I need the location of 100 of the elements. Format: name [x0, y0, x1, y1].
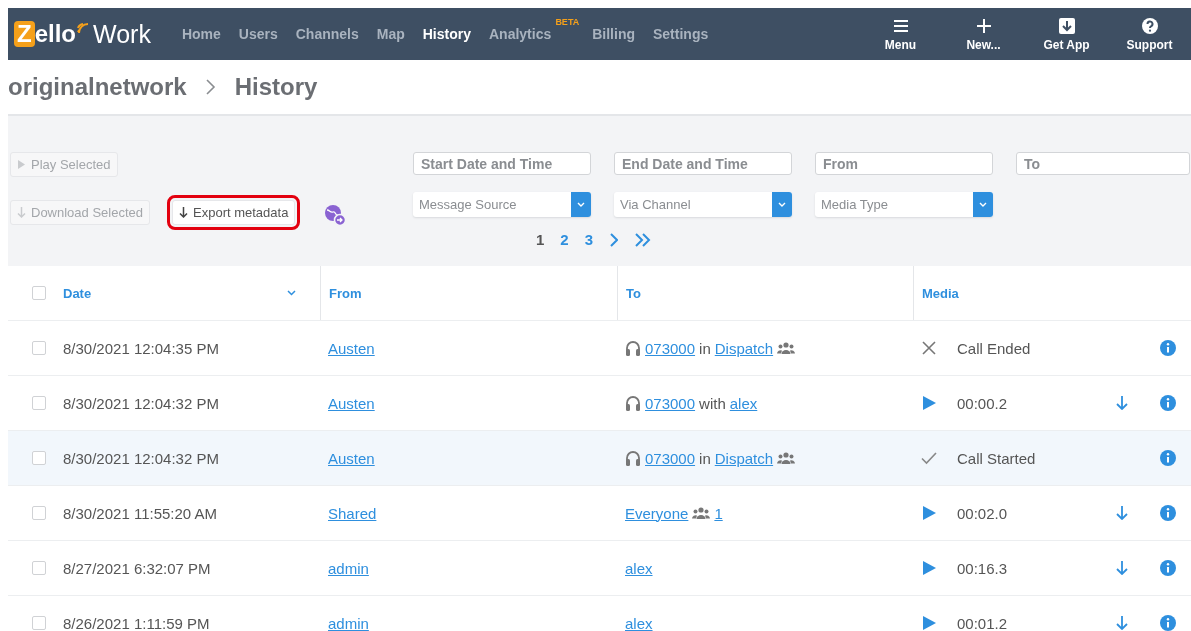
row-checkbox[interactable] [32, 506, 46, 520]
sender-link[interactable]: admin [320, 559, 369, 577]
row-checkbox[interactable] [32, 616, 46, 630]
info-icon[interactable] [1160, 340, 1176, 356]
date-cell-text: 8/30/2021 12:04:35 PM [62, 339, 219, 357]
page-title: History [234, 73, 318, 101]
nav-action-button[interactable]: Menu [859, 15, 942, 53]
recipient-link[interactable]: alex [625, 559, 653, 577]
recipient-link[interactable]: 073000 [645, 449, 696, 467]
nav-action-button[interactable]: Support [1108, 15, 1191, 53]
row-checkbox[interactable] [32, 341, 46, 355]
connector-text: in [699, 339, 711, 357]
date-cell-text: 8/30/2021 12:04:32 PM [62, 394, 219, 412]
media-text: 00:02.0 [957, 504, 1008, 522]
date-cell-text: 8/26/2021 1:11:59 PM [62, 614, 210, 631]
nav-action-button[interactable]: Get App [1025, 15, 1108, 53]
sort-caret-icon[interactable] [287, 290, 296, 296]
recipient-link[interactable]: 073000 [645, 339, 696, 357]
arrow-down-icon[interactable] [1116, 616, 1128, 630]
headset-icon [625, 394, 641, 412]
play-icon [17, 159, 26, 170]
play-icon[interactable] [921, 505, 937, 521]
filter-field[interactable]: Start Date and Time [413, 152, 591, 175]
connector-text: with [699, 394, 726, 412]
download-icon [1057, 16, 1076, 35]
media-text: Call Started [957, 449, 1036, 467]
arrow-down-icon[interactable] [1116, 396, 1128, 410]
recipient-link[interactable]: Dispatch [714, 339, 774, 357]
chevron-down-icon [979, 201, 987, 208]
recipient-link[interactable]: Dispatch [714, 449, 774, 467]
sender-link[interactable]: Austen [320, 449, 375, 467]
recipient-link[interactable]: alex [625, 614, 653, 631]
nav-link[interactable]: Home [181, 26, 221, 42]
select-all-checkbox[interactable] [32, 286, 46, 300]
nav-link[interactable]: Users [238, 26, 278, 42]
row-checkbox[interactable] [32, 396, 46, 410]
globe-icon[interactable] [324, 204, 346, 226]
arrow-down-icon [179, 207, 188, 218]
date-cell-text: 8/30/2021 12:04:32 PM [62, 449, 219, 467]
filter-dropdown[interactable]: Media Type [815, 192, 993, 217]
media-text: 00:01.2 [957, 614, 1008, 631]
help-icon [1140, 16, 1159, 35]
table-row[interactable]: 8/30/2021 12:04:32 PM Austen 073000 in Dispatch Call Started [8, 431, 1191, 486]
media-text: 00:16.3 [957, 559, 1008, 577]
info-icon[interactable] [1160, 450, 1176, 466]
next-page-icon[interactable] [609, 232, 619, 247]
group-icon [692, 506, 711, 520]
nav-link[interactable]: Settings [653, 26, 709, 42]
sender-link[interactable]: admin [320, 614, 369, 631]
page-link[interactable]: 1 [536, 231, 545, 248]
arrow-down-icon[interactable] [1116, 506, 1128, 520]
info-icon[interactable] [1160, 505, 1176, 521]
sender-link[interactable]: Austen [320, 394, 375, 412]
filter-field[interactable]: End Date and Time [614, 152, 792, 175]
nav-link[interactable]: Channels [295, 26, 359, 42]
recipient-link[interactable]: 073000 [645, 394, 696, 412]
recipient-link[interactable]: Everyone [625, 504, 689, 522]
column-header[interactable]: To [617, 266, 913, 320]
breadcrumb-link[interactable]: originalnetwork [8, 73, 187, 101]
connector-text: in [699, 449, 711, 467]
filter-field[interactable]: To [1016, 152, 1190, 175]
play-icon[interactable] [921, 560, 937, 576]
filter-dropdown[interactable]: Via Channel [614, 192, 792, 217]
row-checkbox[interactable] [32, 561, 46, 575]
arrow-down-icon[interactable] [1116, 561, 1128, 575]
recipient-link[interactable]: alex [729, 394, 758, 412]
play-icon[interactable] [921, 615, 937, 631]
info-icon[interactable] [1160, 615, 1176, 631]
info-icon[interactable] [1160, 560, 1176, 576]
media-text: Call Ended [957, 339, 1031, 357]
nav-link[interactable]: History [422, 26, 471, 42]
headset-icon [625, 449, 641, 467]
play-icon[interactable] [921, 395, 937, 411]
beta-label: BETA [555, 17, 580, 27]
nav-link[interactable]: Map [376, 26, 405, 42]
nav-link[interactable]: Billing [592, 26, 635, 42]
group-icon [777, 451, 796, 465]
sender-link[interactable]: Shared [320, 504, 377, 522]
page-link[interactable]: 2 [560, 231, 569, 248]
page-link[interactable]: 3 [584, 231, 594, 248]
signal-icon [77, 22, 89, 34]
chevron-down-icon [778, 201, 786, 208]
arrow-down-icon [17, 207, 26, 218]
filter-dropdown[interactable]: Message Source [413, 192, 591, 217]
column-header[interactable]: From [320, 266, 617, 320]
group-icon [777, 341, 796, 355]
chevron-down-icon [577, 201, 585, 208]
info-icon[interactable] [1160, 395, 1176, 411]
filter-field[interactable]: From [815, 152, 993, 175]
logo-letter: Z [14, 21, 35, 47]
column-header[interactable]: Date [55, 266, 320, 320]
chevron-right-icon [204, 77, 217, 97]
nav-action-button[interactable]: New... [942, 15, 1025, 53]
column-header[interactable]: Media [913, 266, 1185, 320]
logo-text: ello [34, 21, 76, 47]
last-page-icon[interactable] [634, 232, 652, 247]
sender-link[interactable]: Austen [320, 339, 375, 357]
recipient-link[interactable]: 1 [714, 504, 723, 522]
row-checkbox[interactable] [32, 451, 46, 465]
headset-icon [625, 339, 641, 357]
